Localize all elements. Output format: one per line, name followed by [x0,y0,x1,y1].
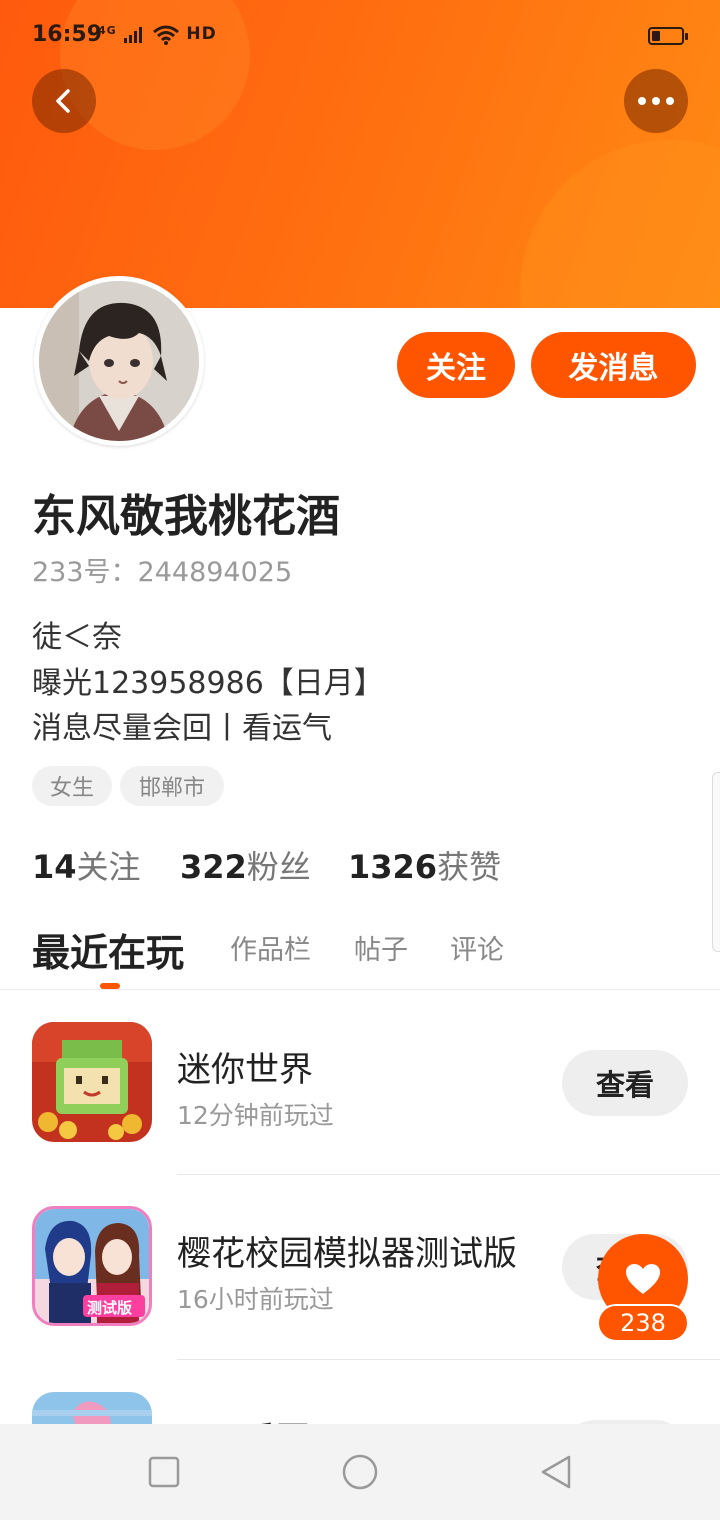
game-title: 樱花校园模拟器测试版 [177,1234,517,1274]
divider [0,989,720,990]
username: 东风敬我桃花酒 [32,491,340,542]
tab-recently-played[interactable]: 最近在玩 [32,922,184,977]
status-bar: 16:59 4G HD [0,18,720,58]
battery-level [652,31,660,41]
recents-button[interactable] [140,1448,188,1496]
battery-icon [648,27,688,45]
banner-decoration [520,140,720,308]
recents-square-icon [148,1456,180,1488]
gender-tag: 女生 [32,766,112,806]
list-item[interactable]: 迷你世界 12分钟前玩过 查看 [0,1022,720,1207]
stat-label: 粉丝 [246,848,311,886]
bio-line: 消息尽量会回丨看运气 [32,711,332,746]
stat-likes[interactable]: 1326获赞 [348,842,501,888]
home-circle-icon [342,1454,378,1490]
network-type: 4G [98,24,117,37]
game-title: 迷你世界 [177,1050,313,1090]
stat-label: 关注 [76,848,141,886]
tab-comments[interactable]: 评论 [450,928,504,967]
signal-icon [124,26,143,43]
mini-world-game-icon [32,1022,152,1142]
stat-value: 14 [32,848,77,886]
avatar-illustration [39,281,199,441]
stat-following[interactable]: 14关注 [32,842,141,888]
bio-line: 曝光123958986【日月】 [32,666,384,701]
more-dots-icon [638,97,674,105]
more-button[interactable] [624,69,688,133]
back-arrow-icon [56,89,70,113]
back-button[interactable] [32,69,96,133]
stat-value: 322 [180,848,247,886]
system-back-button[interactable] [532,1448,580,1496]
wifi-icon [152,25,179,45]
follow-button[interactable]: 关注 [397,332,515,398]
like-count: 238 [597,1304,689,1342]
stat-label: 获赞 [437,848,502,886]
divider [177,1174,720,1175]
sakura-school-game-icon: 测试版 [32,1206,152,1326]
avatar[interactable] [34,276,204,446]
stat-followers[interactable]: 322粉丝 [180,842,311,888]
signal-icons: 4G HD [98,24,217,45]
heart-icon [626,1264,660,1294]
game-last-played: 12分钟前玩过 [177,1101,334,1130]
tab-posts[interactable]: 帖子 [354,928,408,967]
user-id: 233号：244894025 [32,557,293,588]
system-nav-bar [0,1424,720,1520]
side-drawer-handle[interactable] [712,772,720,952]
stat-value: 1326 [348,848,438,886]
send-message-button[interactable]: 发消息 [531,332,696,398]
bio-line: 徒＜奈 [32,620,122,655]
game-last-played: 16小时前玩过 [177,1285,334,1314]
divider [177,1359,720,1360]
status-time: 16:59 [32,22,103,47]
hd-icon: HD [186,24,217,44]
back-triangle-icon [541,1455,571,1489]
location-tag: 邯郸市 [120,766,224,806]
view-button[interactable]: 查看 [562,1050,688,1116]
tab-works[interactable]: 作品栏 [230,928,311,967]
game-badge: 测试版 [87,1299,133,1317]
home-button[interactable] [336,1448,384,1496]
